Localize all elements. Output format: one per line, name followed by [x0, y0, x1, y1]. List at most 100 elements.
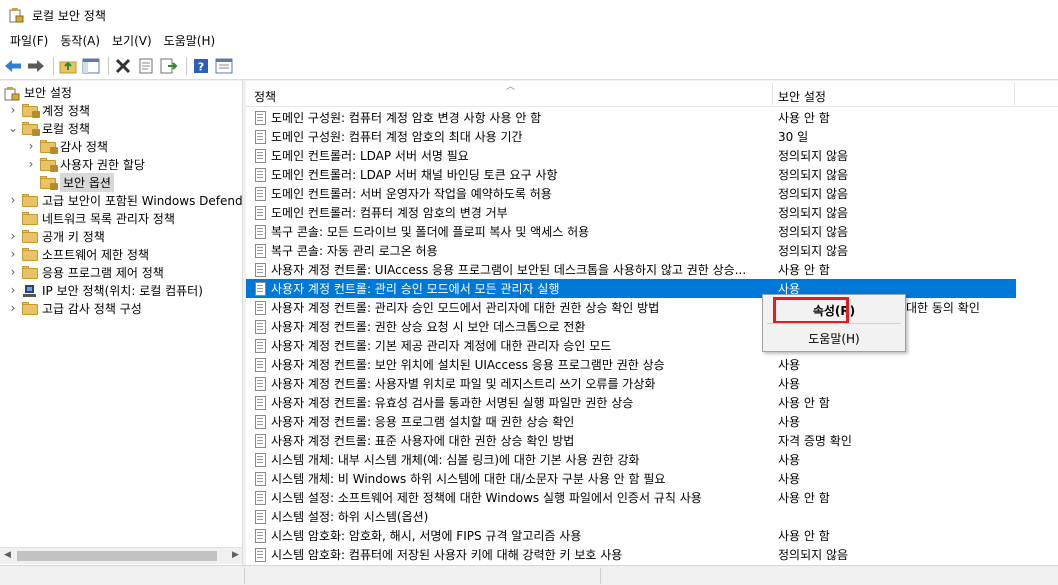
help-icon[interactable]: ? — [191, 56, 211, 76]
properties-icon[interactable] — [136, 56, 156, 76]
policy-setting: 정의되지 않음 — [778, 206, 849, 220]
folder-lock-icon — [40, 139, 58, 154]
tree-item-security-options[interactable]: 보안 옵션 — [40, 172, 114, 192]
tree-item-audit-policy[interactable]: › 감사 정책 — [26, 137, 108, 155]
policy-name: 사용자 계정 컨트롤: 관리 승인 모드에서 모든 관리자 실행 — [271, 282, 560, 296]
table-row[interactable]: 도메인 컨트롤러: 컴퓨터 계정 암호의 변경 거부 정의되지 않음 — [246, 203, 1016, 222]
show-tree-icon[interactable] — [81, 56, 101, 76]
tree-item-label: 사용자 권한 할당 — [60, 157, 145, 172]
chevron-right-icon[interactable]: › — [8, 229, 18, 243]
tree-item-advanced-audit[interactable]: › 고급 감사 정책 구성 — [8, 299, 142, 317]
chevron-right-icon[interactable]: › — [8, 103, 18, 117]
policy-name: 도메인 컨트롤러: LDAP 서버 서명 필요 — [271, 149, 469, 163]
window-title: 로컬 보안 정책 — [32, 8, 106, 23]
tree-item-security-settings[interactable]: 보안 설정 — [4, 83, 72, 101]
view-icon[interactable] — [214, 56, 234, 76]
tree-item-user-rights[interactable]: › 사용자 권한 할당 — [26, 155, 145, 173]
policy-icon — [254, 490, 268, 505]
policy-setting: 사용 — [778, 472, 801, 486]
table-row[interactable]: 사용자 계정 컨트롤: 표준 사용자에 대한 권한 상승 확인 방법 자격 증명 … — [246, 431, 1016, 450]
policy-setting: 정의되지 않음 — [778, 225, 849, 239]
navigation-tree: 보안 설정 › 계정 정책 ⌄ 로컬 정책 › 감사 정책 › 사용자 권한 할… — [0, 81, 243, 565]
policy-icon — [254, 186, 268, 201]
folder-lock-icon — [40, 175, 58, 190]
tree-item-label: 고급 보안이 포함된 Windows Defender 방화벽 — [42, 193, 243, 208]
svg-text:?: ? — [198, 60, 204, 73]
table-row[interactable]: 사용자 계정 컨트롤: 유효성 검사를 통과한 서명된 실행 파일만 권한 상승… — [246, 393, 1016, 412]
policy-icon — [254, 300, 268, 315]
policy-name: 복구 콘솔: 모든 드라이브 및 폴더에 플로피 복사 및 액세스 허용 — [271, 225, 590, 239]
policy-icon — [254, 281, 268, 296]
menu-help[interactable]: 도움말(H) — [158, 31, 222, 51]
column-header-setting[interactable]: 보안 설정 — [778, 88, 826, 105]
tree-item-network-list-manager[interactable]: 네트워크 목록 관리자 정책 — [22, 209, 175, 227]
context-menu-help[interactable]: 도움말(H) — [763, 327, 905, 349]
policy-icon — [254, 262, 268, 277]
table-row[interactable]: 시스템 개체: 내부 시스템 개체(예: 심볼 링크)에 대한 기본 사용 권한… — [246, 450, 1016, 469]
table-row[interactable]: 시스템 개체: 비 Windows 하위 시스템에 대한 대/소문자 구분 사용… — [246, 469, 1016, 488]
chevron-right-icon[interactable]: › — [26, 157, 36, 171]
table-row[interactable]: 시스템 설정: 소프트웨어 제한 정책에 대한 Windows 실행 파일에서 … — [246, 488, 1016, 507]
table-row[interactable]: 도메인 컨트롤러: 서버 운영자가 작업을 예약하도록 허용 정의되지 않음 — [246, 184, 1016, 203]
column-divider[interactable] — [772, 83, 773, 105]
table-row[interactable]: 사용자 계정 컨트롤: 사용자별 위치로 파일 및 레지스트리 쓰기 오류를 가… — [246, 374, 1016, 393]
scrollbar-thumb[interactable] — [17, 551, 217, 561]
export-icon[interactable] — [159, 56, 179, 76]
column-header-policy[interactable]: 정책 — [254, 88, 276, 105]
forward-arrow-icon[interactable] — [26, 56, 46, 76]
table-row[interactable]: 도메인 구성원: 컴퓨터 계정 암호 변경 사항 사용 안 함 사용 안 함 — [246, 108, 1016, 127]
policy-name: 사용자 계정 컨트롤: 기본 제공 관리자 계정에 대한 관리자 승인 모드 — [271, 339, 612, 353]
tree-item-local-policy[interactable]: ⌄ 로컬 정책 — [8, 119, 90, 137]
policy-setting: 정의되지 않음 — [778, 187, 849, 201]
tree-item-ip-security[interactable]: › IP 보안 정책(위치: 로컬 컴퓨터) — [8, 281, 203, 299]
table-row[interactable]: 시스템 설정: 하위 시스템(옵션) — [246, 507, 1016, 526]
policy-name: 시스템 암호화: 컴퓨터에 저장된 사용자 키에 대해 강력한 키 보호 사용 — [271, 548, 623, 562]
obscured-setting-text: 대한 동의 확인 — [906, 301, 980, 315]
policy-icon — [254, 452, 268, 467]
table-row[interactable]: 사용자 계정 컨트롤: 보안 위치에 설치된 UIAccess 응용 프로그램만… — [246, 355, 1016, 374]
delete-icon[interactable] — [113, 56, 133, 76]
scroll-left-icon[interactable]: ◀ — [4, 550, 11, 560]
chevron-right-icon[interactable]: › — [8, 283, 18, 297]
chevron-right-icon[interactable]: › — [8, 265, 18, 279]
policy-name: 시스템 암호화: 암호화, 해시, 서명에 FIPS 규격 알고리즘 사용 — [271, 529, 582, 543]
tree-item-defender-firewall[interactable]: › 고급 보안이 포함된 Windows Defender 방화벽 — [8, 191, 243, 209]
table-row[interactable]: 시스템 암호화: 암호화, 해시, 서명에 FIPS 규격 알고리즘 사용 사용 … — [246, 526, 1016, 545]
tree-item-label: 감사 정책 — [60, 139, 108, 154]
chevron-right-icon[interactable]: › — [26, 139, 36, 153]
chevron-right-icon[interactable]: › — [8, 301, 18, 315]
table-row[interactable]: 사용자 계정 컨트롤: 응용 프로그램 설치할 때 권한 상승 확인 사용 — [246, 412, 1016, 431]
tree-horizontal-scrollbar[interactable]: ◀ ▶ — [0, 547, 242, 564]
policy-name: 사용자 계정 컨트롤: 관리자 승인 모드에서 관리자에 대한 권한 상승 확인… — [271, 301, 660, 315]
table-row[interactable]: 도메인 컨트롤러: LDAP 서버 서명 필요 정의되지 않음 — [246, 146, 1016, 165]
chevron-down-icon[interactable]: ⌄ — [8, 121, 18, 135]
table-row[interactable]: 시스템 암호화: 컴퓨터에 저장된 사용자 키에 대해 강력한 키 보호 사용 정… — [246, 545, 1016, 564]
menu-file[interactable]: 파일(F) — [4, 31, 54, 51]
tree-item-software-restriction[interactable]: › 소프트웨어 제한 정책 — [8, 245, 149, 263]
tree-item-label: 응용 프로그램 제어 정책 — [42, 265, 164, 280]
chevron-right-icon[interactable]: › — [8, 193, 18, 207]
menu-bar: 파일(F) 동작(A) 보기(V) 도움말(H) — [0, 30, 1058, 52]
tree-item-public-key-policy[interactable]: › 공개 키 정책 — [8, 227, 105, 245]
back-arrow-icon[interactable] — [3, 56, 23, 76]
table-row[interactable]: 도메인 컨트롤러: LDAP 서버 채널 바인딩 토큰 요구 사항 정의되지 않음 — [246, 165, 1016, 184]
policy-setting: 사용 — [778, 453, 801, 467]
sort-ascending-icon: ︿ — [506, 82, 516, 92]
table-row[interactable]: 복구 콘솔: 자동 관리 로그온 허용 정의되지 않음 — [246, 241, 1016, 260]
policy-setting: 사용 안 함 — [778, 529, 830, 543]
chevron-right-icon[interactable]: › — [8, 247, 18, 261]
security-settings-icon — [4, 86, 20, 100]
tree-item-account-policy[interactable]: › 계정 정책 — [8, 101, 90, 119]
menu-action[interactable]: 동작(A) — [54, 31, 106, 51]
tree-item-app-control[interactable]: › 응용 프로그램 제어 정책 — [8, 263, 164, 281]
up-folder-icon[interactable] — [58, 56, 78, 76]
menu-view[interactable]: 보기(V) — [106, 31, 158, 51]
table-row[interactable]: 도메인 구성원: 컴퓨터 계정 암호의 최대 사용 기간 30 일 — [246, 127, 1016, 146]
table-row[interactable]: 사용자 계정 컨트롤: UIAccess 응용 프로그램이 보안된 데스크톱을 … — [246, 260, 1016, 279]
scroll-right-icon[interactable]: ▶ — [232, 550, 239, 560]
folder-lock-icon — [40, 157, 58, 172]
column-divider[interactable] — [1014, 83, 1015, 105]
policy-setting: 정의되지 않음 — [778, 149, 849, 163]
toolbar: ? — [0, 52, 1058, 80]
table-row[interactable]: 복구 콘솔: 모든 드라이브 및 폴더에 플로피 복사 및 액세스 허용 정의되지… — [246, 222, 1016, 241]
